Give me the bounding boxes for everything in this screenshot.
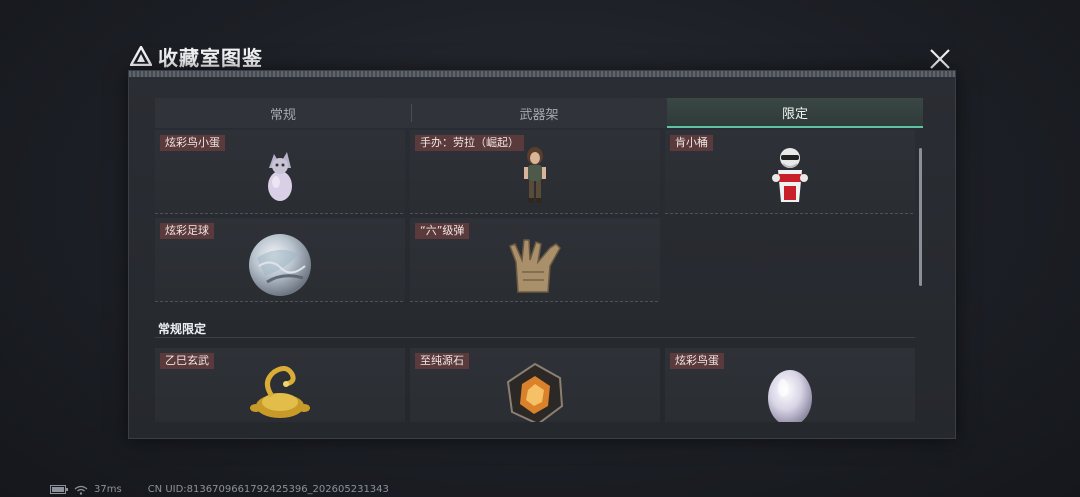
scrollbar-thumb[interactable] (919, 148, 922, 286)
egg-creature-icon (268, 152, 292, 201)
item-grid-bottom: 乙巳玄武 至纯源石 炫彩鸟蛋 (155, 348, 915, 422)
collection-card[interactable]: 炫彩足球 (155, 218, 405, 302)
tab-label: 武器架 (519, 107, 559, 123)
collection-card[interactable]: 肯小桶 (665, 130, 915, 214)
item-label: 炫彩鸟小蛋 (160, 135, 225, 151)
gold-hand-icon (509, 239, 561, 293)
pearl-egg-icon (768, 370, 812, 422)
tab-label: 限定 (781, 106, 808, 122)
item-label: 至纯源石 (415, 353, 469, 369)
collection-card[interactable]: 炫彩鸟蛋 (665, 348, 915, 422)
item-label: 肯小桶 (670, 135, 713, 151)
status-bar: 37ms CN UID:8136709661792425396_20260523… (50, 484, 395, 495)
triangle-logo-icon (130, 46, 152, 66)
item-label: “六”级弹 (415, 223, 470, 239)
section-divider (155, 337, 915, 338)
dark-crystal-icon (506, 362, 564, 422)
collection-card[interactable]: 手办：劳拉（崛起） (410, 130, 660, 214)
figure-lara-icon (524, 147, 546, 203)
tab-regular[interactable]: 常规 (155, 98, 411, 128)
collection-list[interactable]: 炫彩鸟小蛋 手办：劳拉（崛起） 肯小桶 炫彩足球 “六”级弹 常规限定 乙巳玄武… (155, 130, 923, 422)
tab-label: 常规 (269, 107, 296, 123)
collection-card[interactable]: 乙巳玄武 (155, 348, 405, 422)
wifi-icon (74, 485, 88, 495)
golden-tortoise-snake-icon (250, 366, 310, 418)
tab-bar: 常规 武器架 限定 (155, 98, 923, 128)
item-label: 炫彩足球 (160, 223, 214, 239)
bucket-mascot-icon (772, 148, 808, 202)
item-label: 乙巳玄武 (160, 353, 214, 369)
ping-value: 37ms (94, 484, 122, 495)
collection-card[interactable]: “六”级弹 (410, 218, 660, 302)
tab-limited[interactable]: 限定 (667, 98, 923, 128)
user-uid: CN UID:8136709661792425396_202605231343 (147, 484, 389, 495)
title-bar: 收藏室图鉴 (130, 42, 263, 70)
collection-card[interactable]: 炫彩鸟小蛋 (155, 130, 405, 214)
iridescent-ball-icon (249, 234, 311, 296)
tab-weapon-rack[interactable]: 武器架 (411, 98, 667, 128)
item-grid-top: 炫彩鸟小蛋 手办：劳拉（崛起） 肯小桶 炫彩足球 “六”级弹 (155, 130, 915, 302)
collection-card[interactable]: 至纯源石 (410, 348, 660, 422)
page-title: 收藏室图鉴 (158, 45, 263, 70)
battery-icon (50, 485, 68, 494)
close-icon[interactable] (926, 45, 954, 73)
section-title: 常规限定 (158, 322, 207, 336)
item-label: 手办：劳拉（崛起） (415, 135, 524, 151)
item-label: 炫彩鸟蛋 (670, 353, 724, 369)
